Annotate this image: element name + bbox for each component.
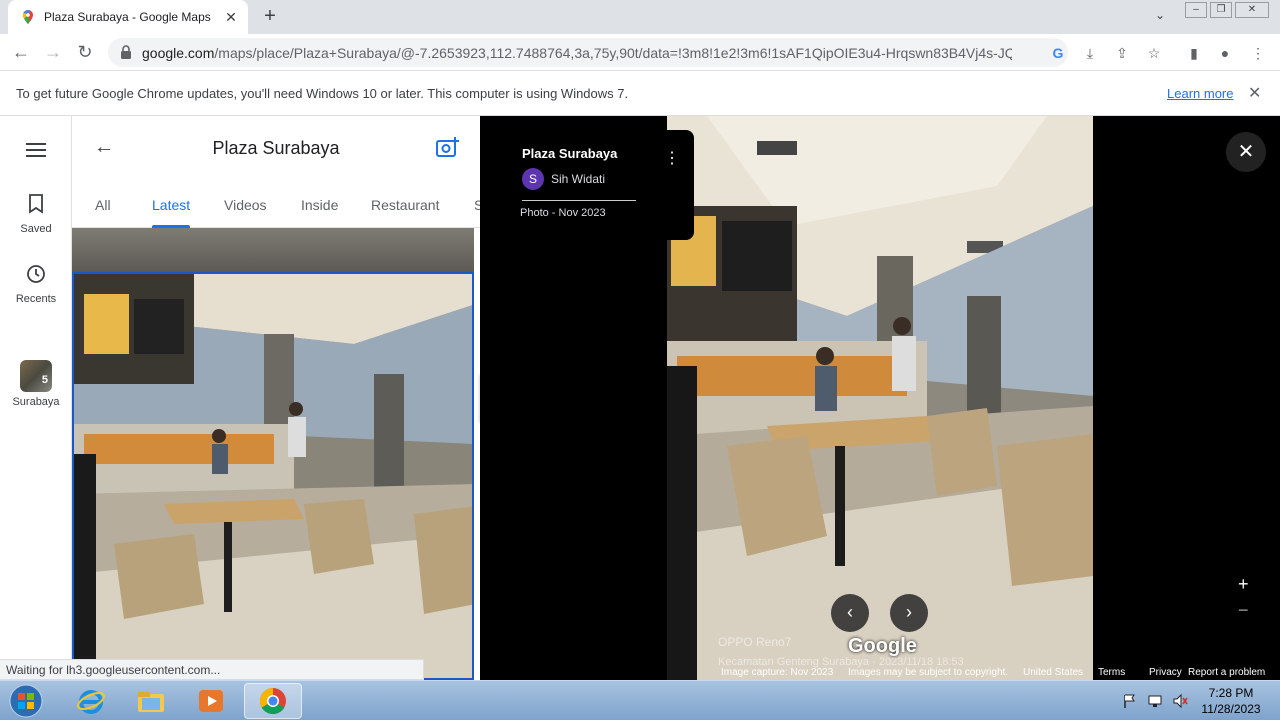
tab-inside[interactable]: Inside xyxy=(301,197,338,213)
install-app-icon[interactable]: ⤓ xyxy=(1080,43,1100,63)
browser-toolbar: ← → ↻ google.com/maps/place/Plaza+Suraba… xyxy=(0,34,1280,71)
file-explorer-taskbar-button[interactable] xyxy=(122,683,180,719)
photo-category-tabs: All Latest Videos Inside Restaurant S xyxy=(72,184,480,228)
browser-tab[interactable]: Plaza Surabaya - Google Maps ✕ xyxy=(8,0,248,34)
learn-more-link[interactable]: Learn more xyxy=(1167,86,1233,101)
update-infobar: To get future Google Chrome updates, you… xyxy=(0,71,1280,116)
lock-icon xyxy=(121,45,131,59)
image-capture-date: Image capture: Nov 2023 xyxy=(721,667,834,678)
report-problem-link[interactable]: Report a problem xyxy=(1188,667,1265,678)
rail-recents-label: Recents xyxy=(15,293,57,305)
tab-latest[interactable]: Latest xyxy=(152,197,190,213)
network-icon[interactable] xyxy=(1147,693,1163,709)
windows-logo-icon xyxy=(9,684,43,718)
country-link[interactable]: United States xyxy=(1023,667,1083,678)
chrome-taskbar-button[interactable] xyxy=(244,683,302,719)
address-bar[interactable]: google.com/maps/place/Plaza+Surabaya/@-7… xyxy=(108,38,1068,67)
volume-muted-icon[interactable] xyxy=(1172,693,1188,709)
minimize-button[interactable]: – xyxy=(1185,2,1207,18)
photo-thumbnail-selected[interactable] xyxy=(72,272,474,680)
profile-icon[interactable]: ● xyxy=(1215,43,1235,63)
zoom-in-button[interactable]: + xyxy=(1238,574,1249,595)
tab-videos[interactable]: Videos xyxy=(224,197,267,213)
folder-icon xyxy=(138,692,164,712)
media-player-taskbar-button[interactable] xyxy=(182,683,240,719)
status-bubble: Waiting for lh3.googleusercontent.com... xyxy=(0,659,424,680)
more-options-icon[interactable]: ⋮ xyxy=(664,148,680,168)
media-player-icon xyxy=(199,690,223,712)
photo-date: Photo - Nov 2023 xyxy=(520,207,606,219)
restore-button[interactable]: ❐ xyxy=(1210,2,1232,18)
photos-panel: ← Plaza Surabaya All Latest Videos Insid… xyxy=(72,116,480,680)
action-center-flag-icon[interactable] xyxy=(1122,693,1138,709)
food-court-photo-large xyxy=(667,116,1093,680)
chrome-icon xyxy=(259,687,286,715)
tab-title: Plaza Surabaya - Google Maps xyxy=(44,10,211,24)
back-icon[interactable]: ← xyxy=(10,42,32,64)
tab-search-icon[interactable]: ⌄ xyxy=(1150,8,1170,26)
tab-all[interactable]: All xyxy=(95,197,111,213)
viewer-place-name[interactable]: Plaza Surabaya xyxy=(522,146,617,161)
internet-explorer-taskbar-button[interactable] xyxy=(62,683,120,719)
chrome-menu-icon[interactable]: ⋮ xyxy=(1248,43,1268,63)
google-translate-icon[interactable]: G xyxy=(1048,43,1068,63)
add-photo-icon[interactable] xyxy=(436,136,460,158)
clock-time: 7:28 PM xyxy=(1208,686,1254,700)
tab-restaurant[interactable]: Restaurant xyxy=(371,197,439,213)
hamburger-icon xyxy=(26,143,46,157)
side-panel-icon[interactable]: ▮ xyxy=(1184,43,1204,63)
viewer-footer: Image capture: Nov 2023 Images may be su… xyxy=(718,666,1280,680)
forward-icon[interactable]: → xyxy=(42,42,64,64)
food-court-photo xyxy=(74,274,472,678)
previous-photo-button[interactable]: ‹ xyxy=(831,594,869,632)
rail-recents[interactable]: Recents xyxy=(0,264,72,305)
window-close-button[interactable]: ✕ xyxy=(1235,2,1269,18)
infobar-close-icon[interactable]: ✕ xyxy=(1248,83,1261,103)
viewer-image[interactable] xyxy=(667,116,1093,680)
copyright-notice: Images may be subject to copyright. xyxy=(848,667,1009,678)
history-icon xyxy=(27,265,45,283)
privacy-link[interactable]: Privacy xyxy=(1149,667,1182,678)
menu-button[interactable] xyxy=(0,142,72,163)
share-icon[interactable]: ⇪ xyxy=(1112,43,1132,63)
new-tab-button[interactable]: + xyxy=(258,5,282,29)
photo-thumbnail-previous[interactable] xyxy=(72,228,474,272)
google-logo: Google xyxy=(848,635,917,657)
next-photo-button[interactable]: › xyxy=(890,594,928,632)
rail-recent-place[interactable]: 5 Surabaya xyxy=(0,360,72,408)
info-divider xyxy=(522,200,636,201)
photo-viewer: Plaza Surabaya S Sih Widati ⋮ Photo - No… xyxy=(480,116,1280,680)
reload-icon[interactable]: ↻ xyxy=(74,42,96,64)
rail-saved[interactable]: Saved xyxy=(0,194,72,235)
windows-taskbar: 7:28 PM 11/28/2023 xyxy=(0,680,1280,720)
panel-title: Plaza Surabaya xyxy=(212,138,340,158)
camera-watermark: OPPO Reno7 xyxy=(718,635,792,649)
rail-saved-label: Saved xyxy=(20,223,52,235)
viewer-close-icon[interactable]: ✕ xyxy=(1226,132,1266,172)
url-text: google.com/maps/place/Plaza+Surabaya/@-7… xyxy=(142,45,1012,61)
start-button[interactable] xyxy=(2,683,50,719)
rail-place-label: Surabaya xyxy=(12,396,60,408)
photo-info-card: Plaza Surabaya S Sih Widati ⋮ Photo - No… xyxy=(480,130,694,240)
bookmark-icon xyxy=(29,194,43,214)
url-domain: google.com xyxy=(142,45,215,61)
author-avatar[interactable]: S xyxy=(522,168,544,190)
tab-strip: Plaza Surabaya - Google Maps ✕ + ⌄ – ❐ ✕ xyxy=(0,0,1280,34)
maps-left-rail: Saved Recents 5 Surabaya xyxy=(0,116,72,680)
terms-link[interactable]: Terms xyxy=(1098,667,1125,678)
clock-date: 11/28/2023 xyxy=(1201,702,1261,716)
url-path: /maps/place/Plaza+Surabaya/@-7.2653923,1… xyxy=(214,45,1012,61)
tab-close-icon[interactable]: ✕ xyxy=(222,8,240,26)
google-maps-icon xyxy=(23,10,33,24)
author-name[interactable]: Sih Widati xyxy=(551,172,605,186)
system-clock[interactable]: 7:28 PM 11/28/2023 xyxy=(1196,685,1266,717)
place-badge: 5 xyxy=(41,374,48,386)
internet-explorer-icon xyxy=(77,690,105,714)
infobar-message: To get future Google Chrome updates, you… xyxy=(16,86,629,101)
bookmark-star-icon[interactable]: ☆ xyxy=(1144,43,1164,63)
place-thumbnail: 5 xyxy=(20,360,52,392)
zoom-out-button[interactable]: − xyxy=(1238,600,1249,621)
